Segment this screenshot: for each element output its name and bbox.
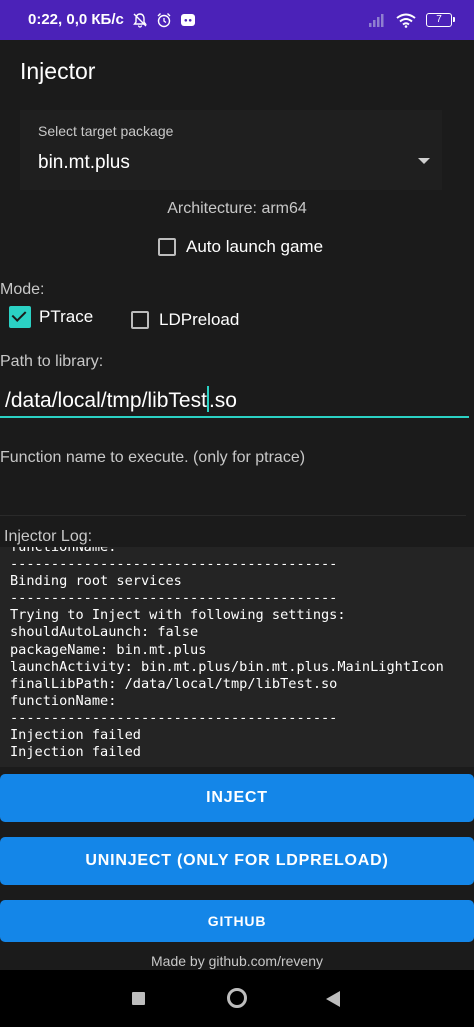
wifi-icon — [396, 13, 416, 28]
dropdown-arrow-icon[interactable] — [418, 158, 430, 164]
alarm-icon — [157, 13, 171, 28]
mode-label: Mode: — [0, 281, 45, 298]
library-path-input[interactable]: /data/local/tmp/libTest.so — [0, 380, 469, 418]
discord-icon — [181, 14, 195, 26]
made-by-text: Made by github.com/reveny — [151, 953, 323, 969]
battery-icon: 7 — [426, 13, 455, 27]
auto-launch-checkbox[interactable] — [158, 238, 176, 256]
package-select[interactable]: Select target package bin.mt.plus — [20, 110, 442, 190]
library-path-label: Path to library: — [0, 353, 104, 370]
github-button[interactable]: GITHUB — [0, 900, 474, 942]
log-text: functionName: --------------------------… — [10, 547, 444, 761]
log-title: Injector Log: — [4, 528, 93, 545]
app-title: Injector — [20, 58, 96, 84]
package-select-value: bin.mt.plus — [38, 152, 130, 173]
ptrace-checkbox[interactable] — [9, 306, 31, 328]
status-time: 0:22, 0,0 КБ/с — [28, 11, 124, 28]
ldpreload-label: LDPreload — [159, 310, 240, 329]
inject-button[interactable]: INJECT — [0, 774, 474, 822]
network-speed-text: , 0,0 КБ/с — [58, 11, 124, 28]
library-path-value: /data/local/tmp/libTest.so — [5, 386, 237, 413]
injector-log[interactable]: functionName: --------------------------… — [0, 547, 474, 767]
navigation-bar — [0, 970, 474, 1027]
mute-bell-icon — [133, 13, 147, 28]
status-bar: 0:22, 0,0 КБ/с 7 — [0, 0, 474, 40]
auto-launch-checkbox-row[interactable]: Auto launch game — [158, 237, 323, 257]
uninject-button[interactable]: UNINJECT (ONLY FOR LDPRELOAD) — [0, 837, 474, 885]
function-name-input[interactable]: Function name to execute. (only for ptra… — [0, 445, 466, 516]
back-triangle-icon[interactable] — [326, 991, 340, 1007]
ldpreload-checkbox[interactable] — [131, 311, 149, 329]
home-circle-icon[interactable] — [227, 988, 247, 1008]
auto-launch-label: Auto launch game — [186, 237, 324, 256]
status-icons-left — [132, 10, 196, 30]
ldpreload-checkbox-row[interactable]: LDPreload — [131, 310, 239, 330]
app-screen: Injector Select target package bin.mt.pl… — [0, 40, 474, 970]
recents-square-icon[interactable] — [132, 992, 145, 1005]
architecture-text: Architecture: arm64 — [167, 200, 307, 217]
function-name-placeholder: Function name to execute. (only for ptra… — [0, 449, 306, 466]
signal-icon — [369, 14, 384, 27]
package-select-caption: Select target package — [38, 123, 174, 139]
status-icons-right: 7 — [368, 10, 455, 30]
clock-text: 0:22 — [28, 11, 59, 28]
ptrace-checkbox-row[interactable]: PTrace — [9, 306, 93, 328]
ptrace-label: PTrace — [39, 307, 94, 326]
